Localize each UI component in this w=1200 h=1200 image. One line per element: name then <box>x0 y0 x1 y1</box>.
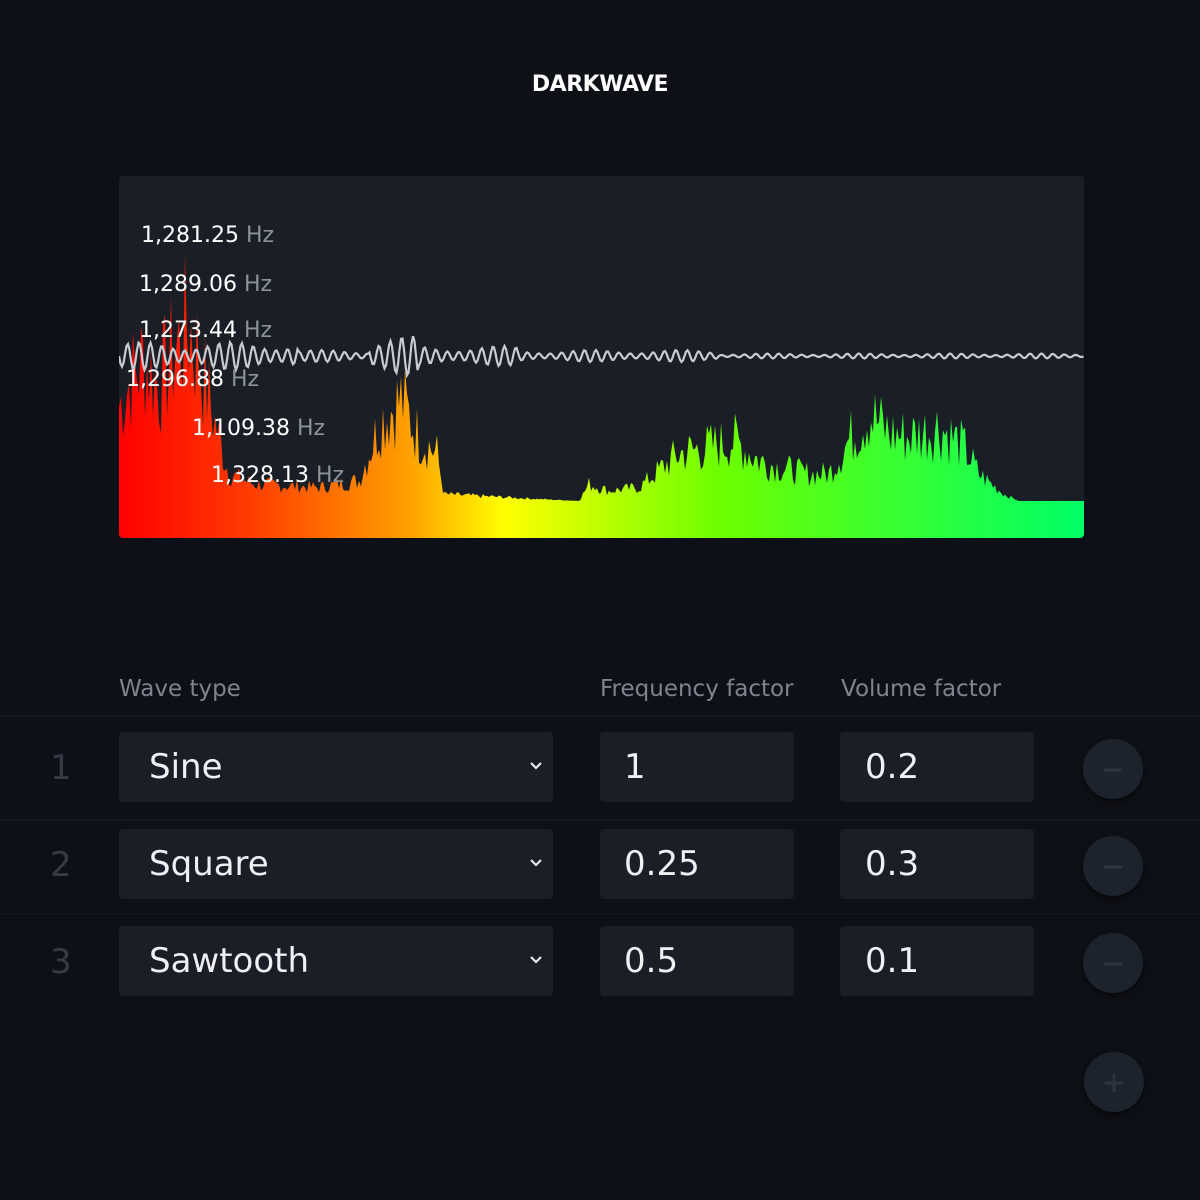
plus-icon <box>1105 1074 1123 1092</box>
remove-row-button[interactable] <box>1083 739 1143 799</box>
wave-type-select[interactable]: Sine <box>119 732 553 802</box>
frequency-factor-input[interactable]: 1 <box>600 732 794 802</box>
row-divider <box>0 913 1200 914</box>
wave-type-value: Square <box>149 844 269 884</box>
frequency-label: 1,296.88 Hz <box>126 367 260 392</box>
minus-icon <box>1104 865 1122 869</box>
wave-type-select[interactable]: Sawtooth <box>119 926 553 996</box>
chevron-down-icon <box>530 762 542 770</box>
row-index: 3 <box>50 942 72 982</box>
minus-icon <box>1104 962 1122 966</box>
header-wave-type: Wave type <box>119 676 241 702</box>
app-title: DARKWAVE <box>531 72 669 97</box>
volume-factor-input[interactable]: 0.2 <box>840 732 1034 802</box>
remove-row-button[interactable] <box>1083 933 1143 993</box>
row-divider <box>0 716 1200 717</box>
chevron-down-icon <box>530 956 542 964</box>
frequency-label: 1,289.06 Hz <box>139 272 273 297</box>
header-volume-factor: Volume factor <box>841 676 1002 702</box>
spectrum-visualizer: 1,281.25 Hz 1,289.06 Hz 1,273.44 Hz 1,29… <box>119 176 1084 538</box>
remove-row-button[interactable] <box>1083 836 1143 896</box>
frequency-label: 1,328.13 Hz <box>211 463 345 488</box>
minus-icon <box>1104 768 1122 772</box>
row-divider <box>0 819 1200 820</box>
add-row-button[interactable] <box>1084 1052 1144 1112</box>
header-frequency-factor: Frequency factor <box>600 676 794 702</box>
frequency-label: 1,281.25 Hz <box>141 223 275 248</box>
row-index: 1 <box>50 748 72 788</box>
volume-factor-input[interactable]: 0.1 <box>840 926 1034 996</box>
frequency-factor-input[interactable]: 0.25 <box>600 829 794 899</box>
row-index: 2 <box>50 845 72 885</box>
volume-factor-input[interactable]: 0.3 <box>840 829 1034 899</box>
frequency-factor-input[interactable]: 0.5 <box>600 926 794 996</box>
wave-type-select[interactable]: Square <box>119 829 553 899</box>
wave-type-value: Sawtooth <box>149 941 310 981</box>
frequency-label: 1,273.44 Hz <box>139 318 273 343</box>
chevron-down-icon <box>530 859 542 867</box>
wave-type-value: Sine <box>149 747 223 787</box>
frequency-label: 1,109.38 Hz <box>192 416 326 441</box>
